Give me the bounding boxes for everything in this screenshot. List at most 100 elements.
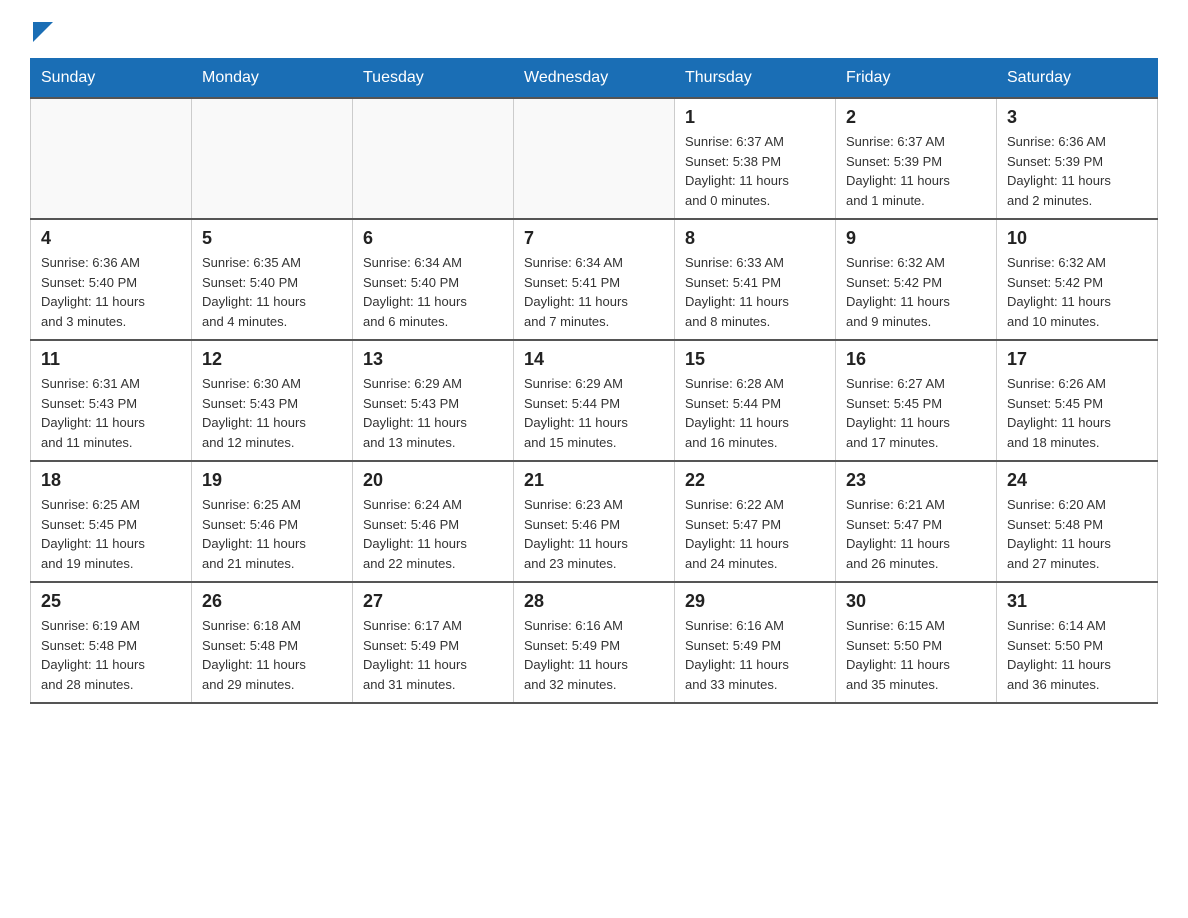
day-number: 1 <box>685 107 825 128</box>
calendar-cell: 22 Sunrise: 6:22 AMSunset: 5:47 PMDayligh… <box>675 461 836 582</box>
calendar-cell <box>514 98 675 219</box>
day-number: 21 <box>524 470 664 491</box>
calendar-cell: 17 Sunrise: 6:26 AMSunset: 5:45 PMDayligh… <box>997 340 1158 461</box>
calendar-cell: 12Sunrise: 6:30 AMSunset: 5:43 PMDayligh… <box>192 340 353 461</box>
day-info: Sunrise: 6:23 AMSunset: 5:46 PMDaylight:… <box>524 495 664 573</box>
calendar-table: SundayMondayTuesdayWednesdayThursdayFrid… <box>30 58 1158 704</box>
day-number: 8 <box>685 228 825 249</box>
calendar-cell: 19 Sunrise: 6:25 AMSunset: 5:46 PMDayligh… <box>192 461 353 582</box>
calendar-cell: 1 Sunrise: 6:37 AMSunset: 5:38 PMDaylight… <box>675 98 836 219</box>
day-info: Sunrise: 6:29 AMSunset: 5:43 PMDaylight:… <box>363 374 503 452</box>
calendar-cell: 6Sunrise: 6:34 AMSunset: 5:40 PMDaylight… <box>353 219 514 340</box>
week-row-5: 25Sunrise: 6:19 AMSunset: 5:48 PMDayligh… <box>31 582 1158 703</box>
week-row-3: 11 Sunrise: 6:31 AMSunset: 5:43 PMDayligh… <box>31 340 1158 461</box>
day-number: 4 <box>41 228 181 249</box>
col-header-thursday: Thursday <box>675 59 836 99</box>
calendar-cell <box>353 98 514 219</box>
calendar-cell: 15 Sunrise: 6:28 AMSunset: 5:44 PMDayligh… <box>675 340 836 461</box>
day-number: 2 <box>846 107 986 128</box>
calendar-cell: 30Sunrise: 6:15 AMSunset: 5:50 PMDayligh… <box>836 582 997 703</box>
day-info: Sunrise: 6:17 AMSunset: 5:49 PMDaylight:… <box>363 616 503 694</box>
calendar-cell: 18 Sunrise: 6:25 AMSunset: 5:45 PMDayligh… <box>31 461 192 582</box>
day-number: 28 <box>524 591 664 612</box>
calendar-cell: 20Sunrise: 6:24 AMSunset: 5:46 PMDayligh… <box>353 461 514 582</box>
day-number: 24 <box>1007 470 1147 491</box>
day-info: Sunrise: 6:19 AMSunset: 5:48 PMDaylight:… <box>41 616 181 694</box>
day-info: Sunrise: 6:32 AMSunset: 5:42 PMDaylight:… <box>1007 253 1147 331</box>
day-info: Sunrise: 6:34 AMSunset: 5:41 PMDaylight:… <box>524 253 664 331</box>
day-number: 19 <box>202 470 342 491</box>
day-number: 17 <box>1007 349 1147 370</box>
calendar-cell <box>192 98 353 219</box>
day-info: Sunrise: 6:14 AMSunset: 5:50 PMDaylight:… <box>1007 616 1147 694</box>
calendar-cell: 7 Sunrise: 6:34 AMSunset: 5:41 PMDaylight… <box>514 219 675 340</box>
day-info: Sunrise: 6:24 AMSunset: 5:46 PMDaylight:… <box>363 495 503 573</box>
calendar-cell: 10 Sunrise: 6:32 AMSunset: 5:42 PMDayligh… <box>997 219 1158 340</box>
calendar-cell: 31Sunrise: 6:14 AMSunset: 5:50 PMDayligh… <box>997 582 1158 703</box>
day-number: 23 <box>846 470 986 491</box>
day-info: Sunrise: 6:26 AMSunset: 5:45 PMDaylight:… <box>1007 374 1147 452</box>
day-info: Sunrise: 6:21 AMSunset: 5:47 PMDaylight:… <box>846 495 986 573</box>
calendar-cell: 5 Sunrise: 6:35 AMSunset: 5:40 PMDaylight… <box>192 219 353 340</box>
calendar-cell: 23 Sunrise: 6:21 AMSunset: 5:47 PMDayligh… <box>836 461 997 582</box>
day-info: Sunrise: 6:34 AMSunset: 5:40 PMDaylight:… <box>363 253 503 331</box>
day-number: 5 <box>202 228 342 249</box>
day-info: Sunrise: 6:29 AMSunset: 5:44 PMDaylight:… <box>524 374 664 452</box>
col-header-tuesday: Tuesday <box>353 59 514 99</box>
day-info: Sunrise: 6:20 AMSunset: 5:48 PMDaylight:… <box>1007 495 1147 573</box>
calendar-cell: 24 Sunrise: 6:20 AMSunset: 5:48 PMDayligh… <box>997 461 1158 582</box>
day-number: 3 <box>1007 107 1147 128</box>
day-number: 18 <box>41 470 181 491</box>
col-header-friday: Friday <box>836 59 997 99</box>
day-number: 13 <box>363 349 503 370</box>
day-info: Sunrise: 6:37 AMSunset: 5:39 PMDaylight:… <box>846 132 986 210</box>
day-info: Sunrise: 6:37 AMSunset: 5:38 PMDaylight:… <box>685 132 825 210</box>
day-number: 9 <box>846 228 986 249</box>
logo <box>30 20 53 46</box>
day-number: 26 <box>202 591 342 612</box>
day-number: 14 <box>524 349 664 370</box>
calendar-cell: 14 Sunrise: 6:29 AMSunset: 5:44 PMDayligh… <box>514 340 675 461</box>
day-info: Sunrise: 6:36 AMSunset: 5:39 PMDaylight:… <box>1007 132 1147 210</box>
logo-arrow-icon <box>33 22 53 42</box>
calendar-cell: 26Sunrise: 6:18 AMSunset: 5:48 PMDayligh… <box>192 582 353 703</box>
day-info: Sunrise: 6:22 AMSunset: 5:47 PMDaylight:… <box>685 495 825 573</box>
week-row-1: 1 Sunrise: 6:37 AMSunset: 5:38 PMDaylight… <box>31 98 1158 219</box>
calendar-cell: 25Sunrise: 6:19 AMSunset: 5:48 PMDayligh… <box>31 582 192 703</box>
calendar-cell: 3 Sunrise: 6:36 AMSunset: 5:39 PMDaylight… <box>997 98 1158 219</box>
page-header <box>30 20 1158 46</box>
day-info: Sunrise: 6:28 AMSunset: 5:44 PMDaylight:… <box>685 374 825 452</box>
calendar-cell: 4 Sunrise: 6:36 AMSunset: 5:40 PMDaylight… <box>31 219 192 340</box>
day-info: Sunrise: 6:35 AMSunset: 5:40 PMDaylight:… <box>202 253 342 331</box>
day-info: Sunrise: 6:16 AMSunset: 5:49 PMDaylight:… <box>685 616 825 694</box>
day-number: 16 <box>846 349 986 370</box>
day-number: 30 <box>846 591 986 612</box>
calendar-cell: 11 Sunrise: 6:31 AMSunset: 5:43 PMDayligh… <box>31 340 192 461</box>
day-number: 10 <box>1007 228 1147 249</box>
calendar-cell: 2 Sunrise: 6:37 AMSunset: 5:39 PMDaylight… <box>836 98 997 219</box>
col-header-sunday: Sunday <box>31 59 192 99</box>
day-number: 7 <box>524 228 664 249</box>
calendar-cell: 27 Sunrise: 6:17 AMSunset: 5:49 PMDayligh… <box>353 582 514 703</box>
calendar-cell: 21 Sunrise: 6:23 AMSunset: 5:46 PMDayligh… <box>514 461 675 582</box>
day-info: Sunrise: 6:25 AMSunset: 5:45 PMDaylight:… <box>41 495 181 573</box>
day-info: Sunrise: 6:33 AMSunset: 5:41 PMDaylight:… <box>685 253 825 331</box>
day-info: Sunrise: 6:25 AMSunset: 5:46 PMDaylight:… <box>202 495 342 573</box>
day-number: 12 <box>202 349 342 370</box>
day-info: Sunrise: 6:32 AMSunset: 5:42 PMDaylight:… <box>846 253 986 331</box>
calendar-cell <box>31 98 192 219</box>
day-info: Sunrise: 6:31 AMSunset: 5:43 PMDaylight:… <box>41 374 181 452</box>
week-row-2: 4 Sunrise: 6:36 AMSunset: 5:40 PMDaylight… <box>31 219 1158 340</box>
day-number: 29 <box>685 591 825 612</box>
day-info: Sunrise: 6:27 AMSunset: 5:45 PMDaylight:… <box>846 374 986 452</box>
day-number: 11 <box>41 349 181 370</box>
calendar-cell: 8 Sunrise: 6:33 AMSunset: 5:41 PMDaylight… <box>675 219 836 340</box>
col-header-monday: Monday <box>192 59 353 99</box>
day-info: Sunrise: 6:36 AMSunset: 5:40 PMDaylight:… <box>41 253 181 331</box>
col-header-saturday: Saturday <box>997 59 1158 99</box>
day-number: 15 <box>685 349 825 370</box>
calendar-cell: 29 Sunrise: 6:16 AMSunset: 5:49 PMDayligh… <box>675 582 836 703</box>
day-number: 27 <box>363 591 503 612</box>
calendar-cell: 16 Sunrise: 6:27 AMSunset: 5:45 PMDayligh… <box>836 340 997 461</box>
day-number: 22 <box>685 470 825 491</box>
